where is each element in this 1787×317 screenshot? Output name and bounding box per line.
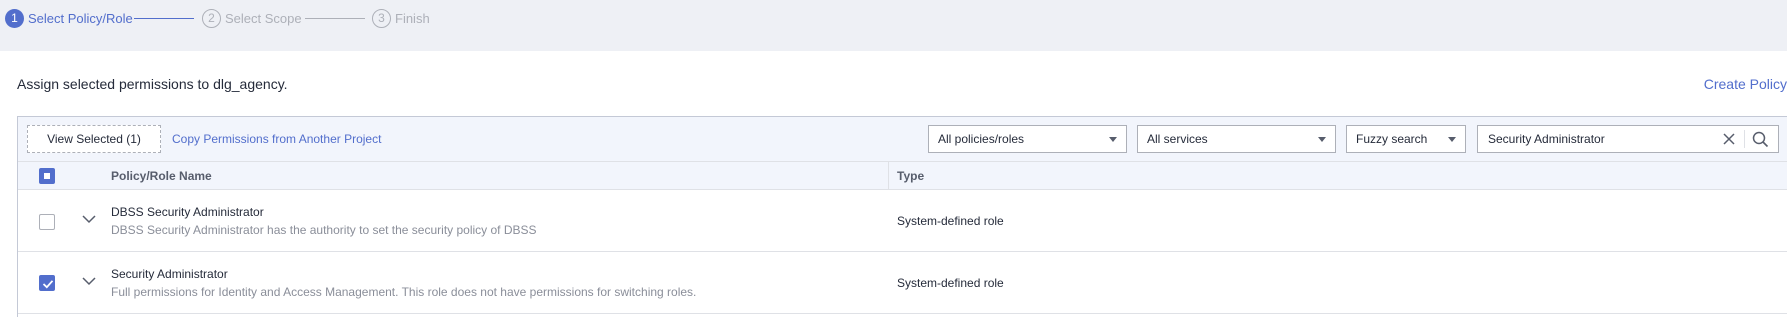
step-label: Select Scope	[225, 10, 302, 26]
step-select-policy: 1 Select Policy/Role	[5, 8, 133, 28]
role-name: DBSS Security Administrator	[111, 205, 264, 219]
chevron-down-icon	[1109, 137, 1117, 142]
step-connector	[305, 18, 365, 19]
copy-permissions-link[interactable]: Copy Permissions from Another Project	[172, 132, 381, 146]
row-checkbox[interactable]	[39, 214, 55, 230]
policy-type-value: All policies/roles	[938, 132, 1025, 146]
column-divider	[888, 162, 889, 190]
row-checkbox[interactable]	[39, 275, 55, 291]
table-row: Security Administrator Full permissions …	[18, 253, 1787, 314]
step-label: Finish	[395, 10, 430, 26]
search-divider	[1744, 130, 1745, 148]
wizard-steps: 1 Select Policy/Role 2 Select Scope 3 Fi…	[0, 0, 1787, 51]
role-description: Full permissions for Identity and Access…	[111, 285, 697, 299]
close-icon[interactable]	[1722, 132, 1736, 146]
search-box	[1477, 125, 1779, 153]
service-select[interactable]: All services	[1137, 125, 1336, 153]
chevron-down-icon[interactable]	[82, 276, 96, 286]
role-description: DBSS Security Administrator has the auth…	[111, 223, 537, 237]
policy-table-panel: View Selected (1) Copy Permissions from …	[17, 116, 1787, 317]
service-value: All services	[1147, 132, 1208, 146]
chevron-down-icon[interactable]	[82, 214, 96, 224]
role-name: Security Administrator	[111, 267, 228, 281]
column-header-type: Type	[897, 169, 925, 183]
search-mode-value: Fuzzy search	[1356, 132, 1428, 146]
table-toolbar: View Selected (1) Copy Permissions from …	[18, 117, 1787, 162]
role-type: System-defined role	[897, 276, 1004, 290]
create-policy-link[interactable]: Create Policy	[1704, 76, 1787, 92]
policy-type-select[interactable]: All policies/roles	[928, 125, 1127, 153]
search-icon[interactable]	[1752, 131, 1769, 148]
chevron-down-icon	[1448, 137, 1456, 142]
step-number: 2	[202, 8, 221, 28]
step-number: 3	[372, 8, 391, 28]
assign-description: Assign selected permissions to dlg_agenc…	[17, 76, 288, 92]
chevron-down-icon	[1318, 137, 1326, 142]
search-input[interactable]	[1478, 126, 1713, 152]
step-number: 1	[5, 8, 24, 28]
table-header: Policy/Role Name Type	[18, 162, 1787, 190]
search-mode-select[interactable]: Fuzzy search	[1346, 125, 1466, 153]
step-label: Select Policy/Role	[28, 10, 133, 26]
select-all-checkbox[interactable]	[39, 168, 55, 184]
check-icon	[42, 280, 54, 289]
step-select-scope: 2 Select Scope	[202, 8, 302, 28]
step-connector	[134, 18, 194, 19]
column-header-name: Policy/Role Name	[111, 169, 212, 183]
step-finish: 3 Finish	[372, 8, 430, 28]
view-selected-button[interactable]: View Selected (1)	[27, 125, 161, 153]
role-type: System-defined role	[897, 214, 1004, 228]
table-row: DBSS Security Administrator DBSS Securit…	[18, 191, 1787, 252]
